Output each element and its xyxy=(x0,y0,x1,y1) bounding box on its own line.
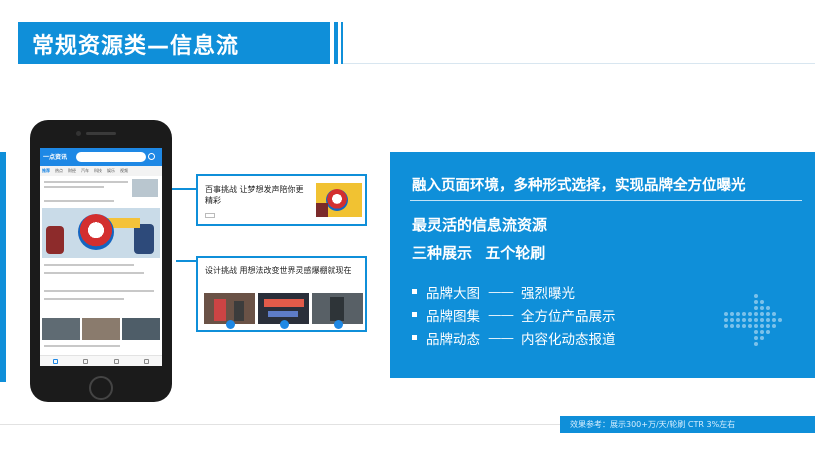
phone-mockup: 一点资讯 推荐 热点 财经 汽车 科技 娱乐 视频 xyxy=(30,120,172,402)
app-tab[interactable]: 汽车 xyxy=(81,168,89,174)
feature-dash: —— xyxy=(488,306,514,323)
feature-dash: —— xyxy=(488,283,514,300)
card-text: 设计挑战 用想法改变世界灵感爆棚就现在 xyxy=(205,266,352,275)
pepsi-logo-icon xyxy=(334,320,343,329)
pepsi-logo-icon xyxy=(226,320,235,329)
feature-item: 品牌大图 —— 强烈曝光 xyxy=(412,280,616,303)
thumb-figure xyxy=(316,203,328,217)
thumb-banner xyxy=(268,311,298,317)
panel-divider xyxy=(410,200,802,201)
news-title-line xyxy=(44,345,120,347)
search-icon[interactable] xyxy=(148,153,155,160)
title-stripe xyxy=(341,22,343,64)
app-tab[interactable]: 热点 xyxy=(55,168,63,174)
news-image xyxy=(122,318,160,340)
discover-icon[interactable] xyxy=(113,358,119,364)
home-icon[interactable] xyxy=(52,358,58,364)
ad-tag xyxy=(205,213,215,218)
news-title-line xyxy=(44,298,124,300)
title-divider xyxy=(343,63,815,64)
thumb-banner xyxy=(264,299,304,307)
thumb-figure xyxy=(330,297,344,321)
pepsi-logo-icon xyxy=(78,214,114,250)
phone-camera xyxy=(76,131,81,136)
app-search-input[interactable] xyxy=(76,152,146,162)
thumb-figure xyxy=(234,301,244,321)
pepsi-logo-icon xyxy=(280,320,289,329)
news-title-line xyxy=(44,181,128,183)
app-tab[interactable]: 科技 xyxy=(94,168,102,174)
news-title-line xyxy=(44,290,154,292)
brand-card-large-image: 百事挑战 让梦想发声陪你更精彩 xyxy=(196,174,367,226)
app-tab[interactable]: 视频 xyxy=(120,168,128,174)
profile-icon[interactable] xyxy=(144,358,150,364)
news-thumbnail[interactable] xyxy=(132,179,158,197)
card-thumbnail[interactable] xyxy=(316,183,362,217)
panel-headline: 融入页面环境，多种形式选择，实现品牌全方位曝光 xyxy=(412,178,746,194)
thumb-figure xyxy=(214,299,226,321)
app-tab[interactable]: 财经 xyxy=(68,168,76,174)
brand-hero-image[interactable] xyxy=(42,208,160,258)
pepsi-logo-icon xyxy=(326,189,348,211)
title-stripe xyxy=(334,22,338,64)
hero-figure xyxy=(134,224,154,254)
app-tab[interactable]: 推荐 xyxy=(42,168,50,174)
app-bottom-nav xyxy=(40,355,162,366)
feature-desc: 强烈曝光 xyxy=(521,285,575,302)
feature-desc: 内容化动态报道 xyxy=(521,331,616,348)
feature-name: 品牌动态 xyxy=(426,331,480,348)
app-logo: 一点资讯 xyxy=(43,154,68,161)
brand-card-gallery: 设计挑战 用想法改变世界灵感爆棚就现在 xyxy=(196,256,367,332)
news-title-line xyxy=(44,272,144,274)
bullet-icon xyxy=(412,335,417,340)
feature-dash: —— xyxy=(488,329,514,346)
info-panel: 融入页面环境，多种形式选择，实现品牌全方位曝光 最灵活的信息流资源 三种展示 五… xyxy=(390,152,815,378)
bullet-icon xyxy=(412,289,417,294)
feature-item: 品牌动态 —— 内容化动态报道 xyxy=(412,326,616,349)
feature-list: 品牌大图 —— 强烈曝光 品牌图集 —— 全方位产品展示 品牌动态 —— 内容化… xyxy=(412,280,616,349)
footer-note: 效果参考：展示300+万/天/轮刷 CTR 3%左右 xyxy=(570,420,736,429)
bullet-icon xyxy=(412,312,417,317)
app-header: 一点资讯 xyxy=(40,148,162,166)
callout-connector xyxy=(176,260,196,262)
feature-item: 品牌图集 —— 全方位产品展示 xyxy=(412,303,616,326)
hero-figure xyxy=(46,226,64,254)
card-text: 百事挑战 让梦想发声陪你更精彩 xyxy=(205,185,304,205)
news-image-strip[interactable] xyxy=(42,318,160,340)
phone-home-button xyxy=(89,376,113,400)
video-icon[interactable] xyxy=(83,358,89,364)
panel-subtitle: 最灵活的信息流资源 xyxy=(412,216,548,234)
news-image xyxy=(82,318,120,340)
news-image xyxy=(42,318,80,340)
slide-title: 常规资源类—信息流 xyxy=(32,34,240,59)
phone-earpiece xyxy=(86,132,116,135)
news-title-line xyxy=(44,186,104,188)
title-bar: 常规资源类—信息流 xyxy=(18,22,330,64)
feature-desc: 全方位产品展示 xyxy=(521,308,616,325)
footer-note-bar: 效果参考：展示300+万/天/轮刷 CTR 3%左右 xyxy=(560,416,815,433)
phone-screen: 一点资讯 推荐 热点 财经 汽车 科技 娱乐 视频 xyxy=(40,148,162,366)
news-title-line xyxy=(44,264,134,266)
feature-name: 品牌大图 xyxy=(426,285,480,302)
news-title-line xyxy=(44,200,114,202)
footer-divider xyxy=(0,424,560,425)
callout-connector xyxy=(172,188,196,190)
left-accent-bar xyxy=(0,152,6,382)
app-tab[interactable]: 娱乐 xyxy=(107,168,115,174)
dotted-arrow-icon xyxy=(724,294,782,346)
app-tab-bar: 推荐 热点 财经 汽车 科技 娱乐 视频 xyxy=(40,166,162,176)
feature-name: 品牌图集 xyxy=(426,308,480,325)
panel-subtitle-2: 三种展示 五个轮刷 xyxy=(412,244,546,262)
